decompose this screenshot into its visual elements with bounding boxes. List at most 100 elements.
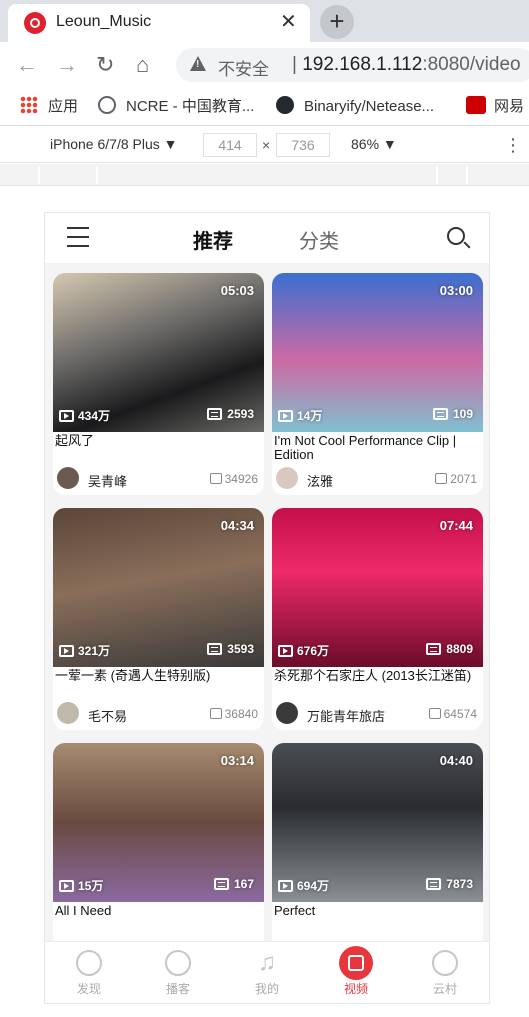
url-input[interactable]: 不安全 | 192.168.1.112:8080/video [176,48,529,82]
video-card[interactable]: 03:14 15万 167 All I Need [53,743,264,965]
tab-recommend[interactable]: 推荐 [193,225,233,254]
comment-icon [213,878,229,890]
play-count: 321万 [59,642,110,659]
reload-icon[interactable]: ↻ [96,52,114,78]
browser-tab[interactable]: Leoun_Music ✕ [8,4,310,42]
music-note-icon [254,950,280,976]
tab-discover[interactable]: 发现 [59,950,119,997]
discover-icon [76,950,102,976]
video-title: 起风了 [55,434,95,448]
insecure-label: 不安全 [218,60,269,79]
bookmarks-bar: 应用 NCRE - 中国教育... Binaryify/Netease... 网… [0,88,529,126]
video-card[interactable]: 04:34 321万 3593 一荤一素 (奇遇人生特别版) 毛不易 36840 [53,508,264,730]
url-host: 192.168.1.112 [302,54,423,75]
tab-community[interactable]: 云村 [415,950,475,997]
tab-video[interactable]: 视频 [326,946,386,997]
play-icon [59,645,74,657]
bookmark-netease[interactable]: 网易 [466,96,524,118]
podcast-icon [165,950,191,976]
play-count: 694万 [278,877,329,894]
height-input[interactable]: 736 [276,133,330,157]
play-count: 15万 [59,877,103,894]
like-count[interactable]: 36840 [209,707,258,721]
bottom-tab-bar: 发现 播客 我的 视频 云村 [45,941,489,1003]
thumbs-up-icon [209,473,222,484]
video-title: All I Need [55,904,112,918]
browser-tab-strip: Leoun_Music ✕ + [0,0,529,42]
comment-icon [426,878,442,890]
device-select[interactable]: iPhone 6/7/8 Plus ▼ [50,136,178,152]
warning-icon [190,56,206,71]
play-icon [278,410,293,422]
search-icon[interactable] [447,227,465,245]
tab-title: Leoun_Music [56,13,152,30]
play-icon [59,880,74,892]
app-header: 推荐 分类 [45,213,489,263]
home-icon[interactable]: ⌂ [136,52,149,78]
tab-label: 发现 [76,982,101,996]
tab-category[interactable]: 分类 [299,225,339,254]
forward-arrow-icon[interactable]: → [56,52,78,78]
bookmark-ncre[interactable]: NCRE - 中国教育... [98,96,254,118]
like-count[interactable]: 2071 [435,472,477,486]
netease-music-favicon-icon [24,12,46,34]
bookmark-github[interactable]: Binaryify/Netease... [276,96,434,118]
more-options-icon[interactable]: ⋮ [504,133,522,157]
tab-label: 云村 [432,982,457,996]
video-title: 杀死那个石家庄人 (2013长江迷笛) [274,669,472,683]
video-title: Perfect [274,904,316,918]
play-icon [278,880,293,892]
video-duration: 04:34 [220,518,254,533]
comment-count: 8809 [426,642,473,656]
video-icon [339,946,373,980]
video-card[interactable]: 07:44 676万 8809 杀死那个石家庄人 (2013长江迷笛) 万能青年… [272,508,483,730]
author-name: 万能青年旅店 [307,709,386,724]
video-title: I'm Not Cool Performance Clip | Edition [274,434,457,462]
play-count: 434万 [59,407,110,424]
comment-count: 109 [432,407,473,421]
video-card[interactable]: 05:03 434万 2593 起风了 吴青峰 34926 [53,273,264,495]
media-query-ruler [0,164,529,186]
video-card[interactable]: 03:00 14万 109 I'm Not Cool Performance C… [272,273,483,495]
video-card[interactable]: 04:40 694万 7873 Perfect [272,743,483,965]
tab-podcast[interactable]: 播客 [148,950,208,997]
video-duration: 03:00 [439,283,473,298]
video-duration: 05:03 [220,283,254,298]
comment-count: 167 [213,877,254,891]
thumbs-up-icon [209,708,222,719]
avatar [276,702,298,724]
comment-icon [207,643,223,655]
thumbs-up-icon [428,708,441,719]
play-icon [59,410,74,422]
bookmark-apps[interactable]: 应用 [20,96,78,118]
close-tab-icon[interactable]: ✕ [280,11,297,33]
comment-icon [426,643,442,655]
address-bar-row: ← → ↻ ⌂ 不安全 | 192.168.1.112:8080/video [0,42,529,88]
device-toolbar: iPhone 6/7/8 Plus ▼ 414 × 736 86% ▼ ⋮ [0,127,529,163]
zoom-select[interactable]: 86% ▼ [351,136,397,152]
menu-icon[interactable] [67,227,89,247]
comment-icon [207,408,223,420]
times-sign: × [262,137,271,153]
like-count[interactable]: 64574 [428,707,477,721]
comment-count: 3593 [207,642,254,656]
tab-label: 播客 [165,982,190,996]
tab-label: 视频 [343,982,368,996]
comment-count: 7873 [426,877,473,891]
author-name: 毛不易 [88,709,128,724]
url-path: :8080/video [422,54,521,75]
back-arrow-icon[interactable]: ← [16,52,38,78]
width-input[interactable]: 414 [203,133,257,157]
video-title: 一荤一素 (奇遇人生特别版) [55,669,211,683]
like-count[interactable]: 34926 [209,472,258,486]
comment-count: 2593 [207,407,254,421]
apps-grid-icon [20,96,38,114]
new-tab-button[interactable]: + [320,5,354,39]
avatar [57,467,79,489]
tab-mine[interactable]: 我的 [237,950,297,997]
netease-icon [466,96,486,114]
comment-icon [432,408,448,420]
play-icon [278,645,293,657]
community-icon [432,950,458,976]
video-duration: 04:40 [439,753,473,768]
